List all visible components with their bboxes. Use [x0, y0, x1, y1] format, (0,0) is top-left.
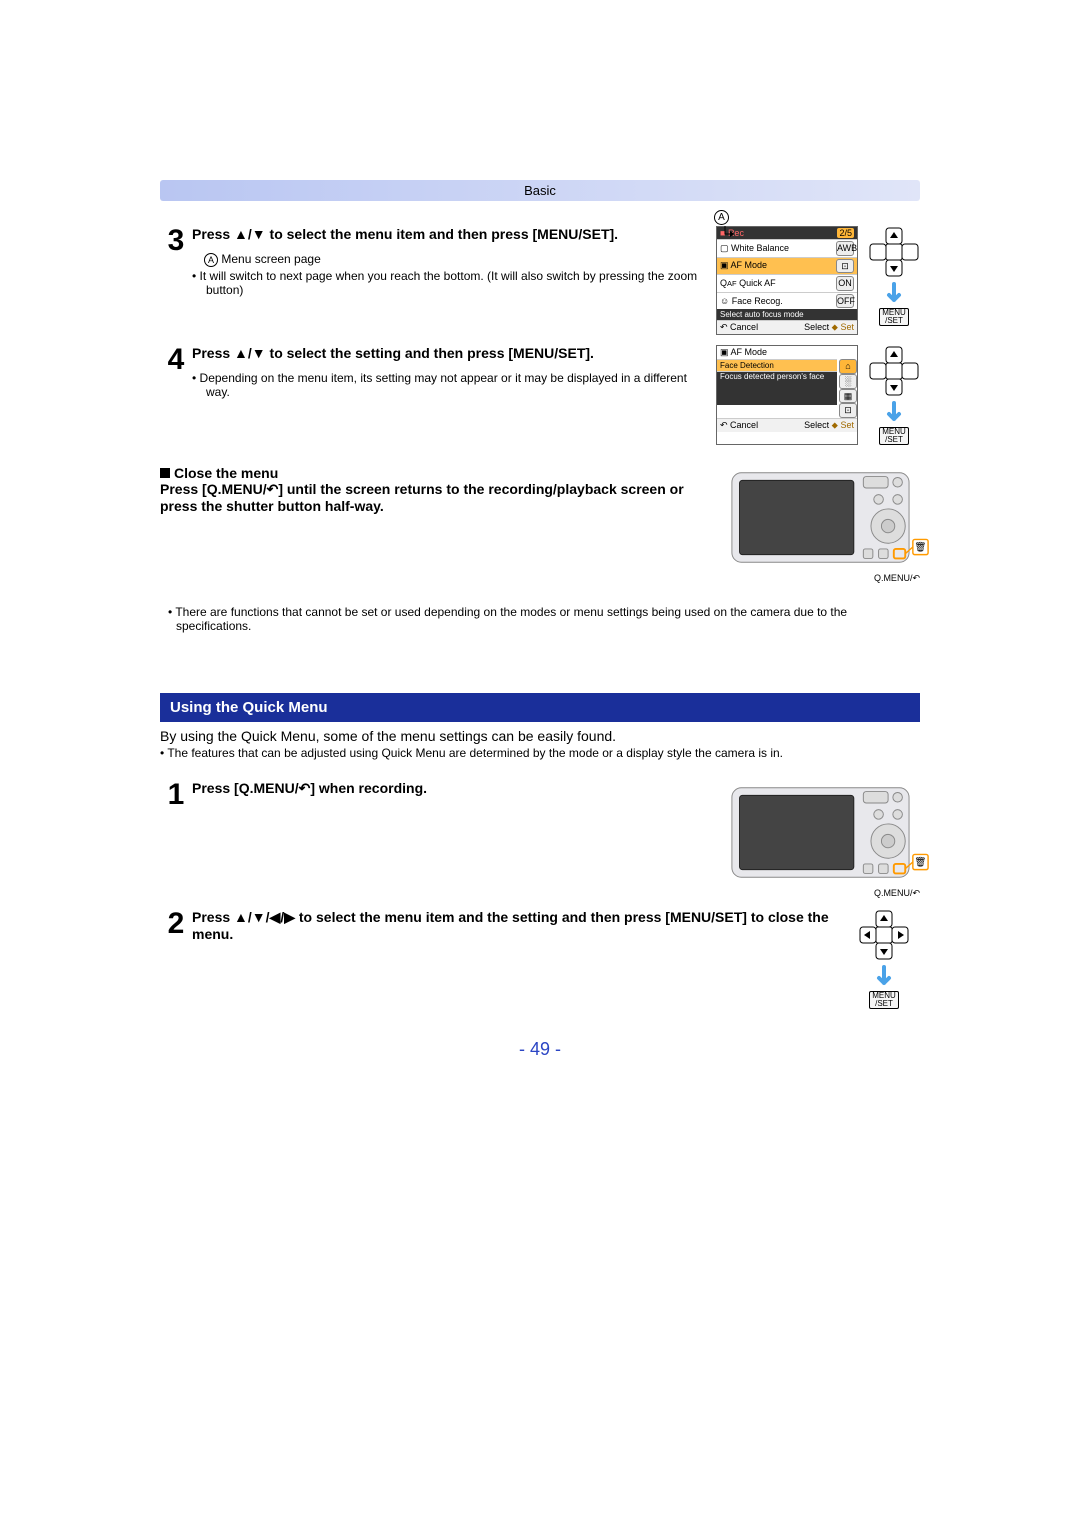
arrow-down-icon — [876, 965, 892, 987]
left-triangle-icon: ◀ — [270, 909, 281, 925]
close-title: Close the menu — [174, 465, 278, 481]
menu-screen-diagram: ▣ AF Mode Face Detection Focus detected … — [716, 345, 858, 445]
qm-step-2: 2 Press ▲/▼/◀/▶ to select the menu item … — [160, 909, 920, 1009]
caption: Menu screen page — [221, 252, 320, 266]
control-diagram: MENU/SET — [868, 345, 920, 445]
text: Press [Q.MENU/ — [160, 481, 267, 497]
dpad-icon — [868, 226, 920, 278]
step-number: 3 — [160, 226, 192, 335]
text: to select the setting and then press [ME… — [266, 345, 594, 361]
svg-text:🗑: 🗑 — [914, 541, 926, 553]
text: ] when recording. — [310, 780, 427, 796]
hint: Select auto focus mode — [717, 309, 857, 320]
up-triangle-icon: ▲ — [234, 345, 248, 361]
return-icon: ↶ — [267, 481, 279, 497]
label-a-icon: A — [714, 210, 729, 225]
bullet: • It will switch to next page when you r… — [192, 269, 706, 297]
square-bullet-icon — [160, 468, 170, 478]
menu-set-button-icon: MENU/SET — [879, 308, 909, 326]
text: Press — [192, 345, 234, 361]
control-diagram: MENU/SET — [868, 226, 920, 335]
arrow-down-icon — [886, 401, 902, 423]
camera-back-diagram: 🗑 Q.MENU/↶ — [730, 465, 920, 584]
text: Press — [192, 226, 234, 242]
pointer-arrow-icon — [716, 224, 734, 238]
intro-text: By using the Quick Menu, some of the men… — [160, 728, 920, 744]
text: Press [Q.MENU/ — [192, 780, 299, 796]
note-box: • There are functions that cannot be set… — [160, 599, 920, 673]
step-4: 4 Press ▲/▼ to select the setting and th… — [160, 345, 920, 445]
svg-text:🗑: 🗑 — [914, 856, 926, 868]
up-triangle-icon: ▲ — [234, 909, 248, 925]
arrow-down-icon — [886, 282, 902, 304]
bullet: • Depending on the menu item, its settin… — [192, 371, 706, 399]
dpad-icon — [868, 345, 920, 397]
page: Basic 3 Press ▲/▼ to select the menu ite… — [160, 180, 920, 1060]
step-3: 3 Press ▲/▼ to select the menu item and … — [160, 226, 920, 335]
text: to select the menu item and then press [… — [266, 226, 618, 242]
step-number: 4 — [160, 345, 192, 445]
menu-screen-diagram: A ■ Rec2/5 ▢ White BalanceAWB ▣ AF Mode⊡… — [716, 226, 858, 335]
step-number: 1 — [160, 780, 192, 899]
intro-sub-text: • The features that can be adjusted usin… — [160, 746, 920, 760]
label-a-icon: A — [204, 253, 218, 267]
note-text: There are functions that cannot be set o… — [175, 605, 847, 633]
qm-step-1: 1 Press [Q.MENU/↶] when recording. — [160, 780, 920, 899]
section-heading: Using the Quick Menu — [160, 693, 920, 722]
qmenu-label: Q.MENU/↶ — [730, 888, 920, 899]
step-number: 2 — [160, 909, 192, 1009]
up-triangle-icon: ▲ — [234, 226, 248, 242]
dpad-icon — [858, 909, 910, 961]
text: Press — [192, 909, 234, 925]
down-triangle-icon: ▼ — [252, 345, 266, 361]
menu-set-button-icon: MENU/SET — [869, 991, 899, 1009]
qmenu-label: Q.MENU/↶ — [730, 573, 920, 584]
down-triangle-icon: ▼ — [252, 226, 266, 242]
return-icon: ↶ — [299, 780, 311, 796]
right-triangle-icon: ▶ — [284, 909, 295, 925]
camera-back-diagram: 🗑 Q.MENU/↶ — [730, 780, 920, 899]
menu-set-button-icon: MENU/SET — [879, 427, 909, 445]
page-number: - 49 - — [160, 1039, 920, 1060]
close-menu-block: Close the menu Press [Q.MENU/↶] until th… — [160, 465, 920, 584]
down-triangle-icon: ▼ — [252, 909, 266, 925]
section-header: Basic — [160, 180, 920, 201]
control-diagram: MENU/SET — [858, 909, 910, 1009]
